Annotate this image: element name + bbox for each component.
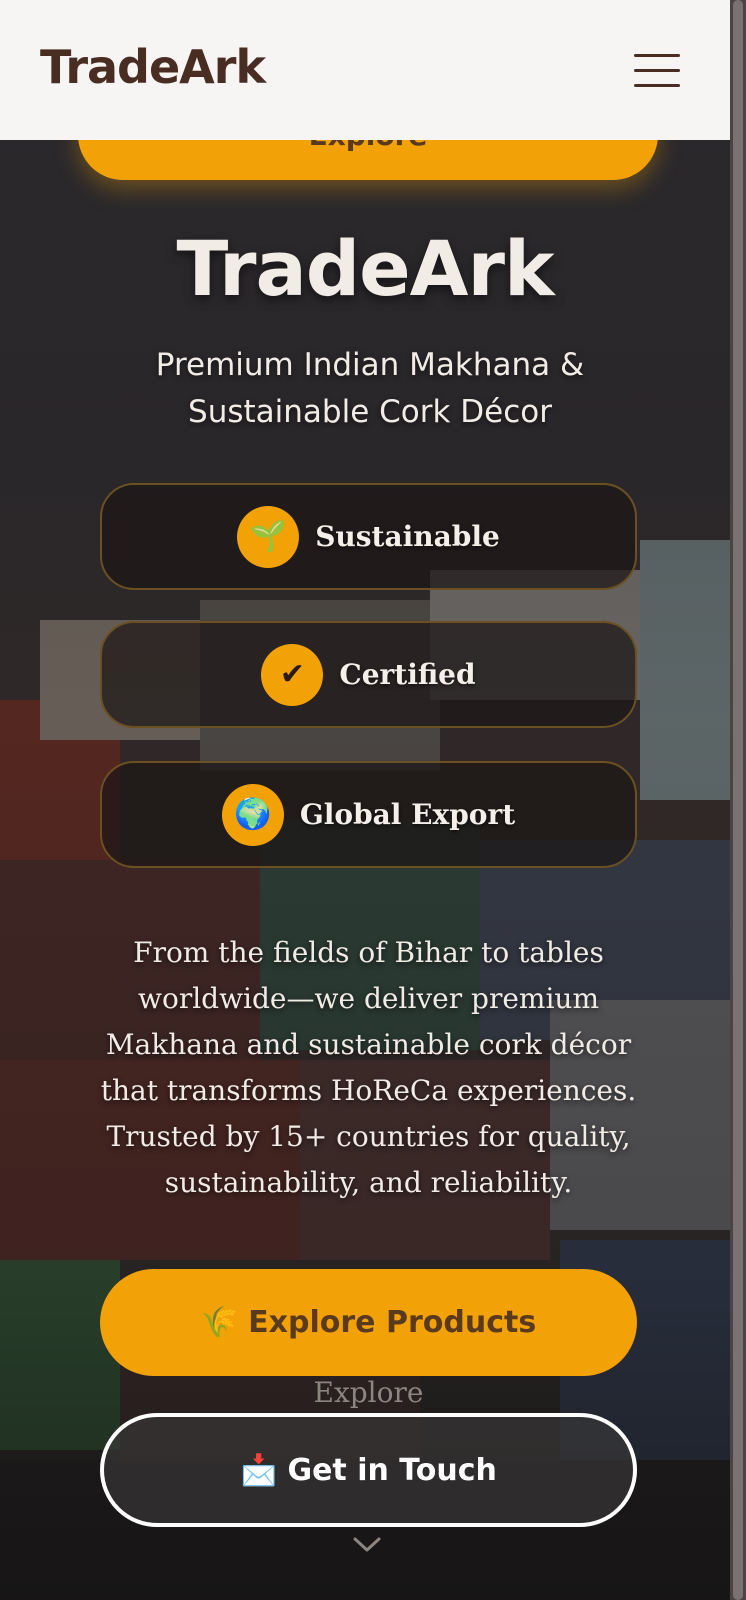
menu-line-icon bbox=[634, 84, 680, 87]
get-in-touch-button[interactable]: 📩 Get in Touch bbox=[100, 1413, 637, 1527]
checkmark-icon: ✔ bbox=[261, 643, 324, 706]
top-navbar: TradeArk bbox=[0, 0, 730, 140]
envelope-icon: 📩 bbox=[240, 1452, 278, 1488]
explore-products-button[interactable]: 🌾 Explore Products bbox=[100, 1269, 637, 1376]
explore-ghost-label: Explore bbox=[313, 1376, 424, 1409]
hero-description: From the fields of Bihar to tables world… bbox=[100, 936, 637, 1199]
globe-icon: 🌍 bbox=[221, 783, 284, 846]
badge-global-export: 🌍 Global Export bbox=[100, 761, 637, 868]
wheat-icon: 🌾 bbox=[200, 1305, 239, 1340]
brand-logo[interactable]: TradeArk bbox=[40, 40, 266, 94]
sprout-icon: 🌱 bbox=[237, 505, 300, 568]
badge-sustainable: 🌱 Sustainable bbox=[100, 483, 637, 590]
badge-certified: ✔ Certified bbox=[100, 621, 637, 728]
hero-title: TradeArk bbox=[176, 224, 554, 313]
hamburger-menu-button[interactable] bbox=[634, 50, 682, 90]
page-scrollbar[interactable] bbox=[730, 0, 746, 1600]
menu-line-icon bbox=[634, 69, 680, 72]
get-in-touch-label: Get in Touch bbox=[287, 1452, 497, 1488]
menu-line-icon bbox=[634, 54, 680, 57]
badge-label: Certified bbox=[339, 658, 476, 691]
explore-products-label: Explore Products bbox=[248, 1305, 537, 1340]
hero-subtitle: Premium Indian Makhana & Sustainable Cor… bbox=[155, 347, 585, 430]
badge-label: Sustainable bbox=[315, 520, 500, 553]
scrollbar-thumb[interactable] bbox=[733, 0, 743, 1600]
badge-label: Global Export bbox=[299, 798, 516, 831]
chevron-down-icon[interactable] bbox=[352, 1535, 382, 1555]
